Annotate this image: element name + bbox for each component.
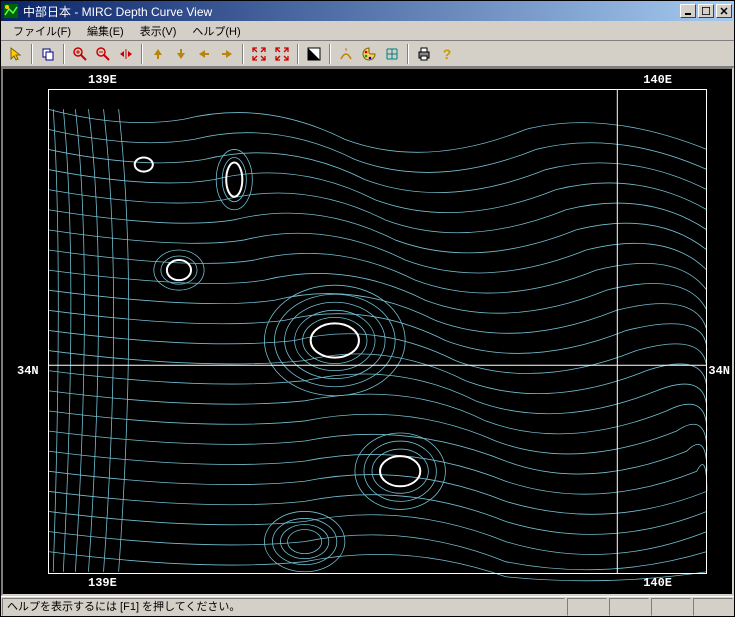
- menu-file[interactable]: ファイル(F): [5, 21, 79, 41]
- app-icon: [3, 3, 19, 19]
- print-button[interactable]: [413, 43, 435, 65]
- shrink-button[interactable]: [248, 43, 270, 65]
- status-cell-3: [651, 598, 691, 616]
- separator: [407, 44, 409, 64]
- separator: [31, 44, 33, 64]
- window-title: 中部日本 - MIRC Depth Curve View: [23, 3, 680, 20]
- help-button[interactable]: ?: [436, 43, 458, 65]
- separator: [297, 44, 299, 64]
- close-button[interactable]: [716, 4, 732, 18]
- status-cell-4: [693, 598, 733, 616]
- measure-button[interactable]: [335, 43, 357, 65]
- zoom-out-button[interactable]: [92, 43, 114, 65]
- menubar: ファイル(F) 編集(E) 表示(V) ヘルプ(H): [1, 21, 734, 41]
- separator: [242, 44, 244, 64]
- zoom-in-button[interactable]: [69, 43, 91, 65]
- status-text: ヘルプを表示するには [F1] を押してください。: [2, 598, 565, 616]
- fit-button[interactable]: [115, 43, 137, 65]
- map-gridlines: [49, 90, 706, 573]
- menu-help[interactable]: ヘルプ(H): [184, 21, 248, 41]
- axis-top-right-lon: 140E: [643, 73, 672, 87]
- palette-button[interactable]: [358, 43, 380, 65]
- map-frame: [48, 89, 707, 574]
- svg-text:?: ?: [443, 46, 452, 62]
- expand-button[interactable]: [271, 43, 293, 65]
- grid-button[interactable]: [381, 43, 403, 65]
- statusbar: ヘルプを表示するには [F1] を押してください。: [1, 596, 734, 616]
- titlebar: 中部日本 - MIRC Depth Curve View: [1, 1, 734, 21]
- separator: [329, 44, 331, 64]
- app-window: 中部日本 - MIRC Depth Curve View ファイル(F) 編集(…: [0, 0, 735, 617]
- pan-down-button[interactable]: [170, 43, 192, 65]
- status-cell-2: [609, 598, 649, 616]
- axis-bottom-left-lon: 139E: [88, 576, 117, 590]
- copy-button[interactable]: [37, 43, 59, 65]
- separator: [63, 44, 65, 64]
- status-cell-1: [567, 598, 607, 616]
- axis-right-lat: 34N: [708, 364, 730, 378]
- menu-edit[interactable]: 編集(E): [79, 21, 132, 41]
- axis-left-lat: 34N: [17, 364, 39, 378]
- maximize-button[interactable]: [698, 4, 714, 18]
- toolbar: ?: [1, 41, 734, 67]
- system-buttons: [680, 4, 732, 18]
- contrast-button[interactable]: [303, 43, 325, 65]
- minimize-button[interactable]: [680, 4, 696, 18]
- pan-right-button[interactable]: [216, 43, 238, 65]
- separator: [141, 44, 143, 64]
- menu-view[interactable]: 表示(V): [132, 21, 185, 41]
- pointer-button[interactable]: [5, 43, 27, 65]
- axis-bottom-right-lon: 140E: [643, 576, 672, 590]
- axis-top-left-lon: 139E: [88, 73, 117, 87]
- pan-left-button[interactable]: [193, 43, 215, 65]
- pan-up-button[interactable]: [147, 43, 169, 65]
- map-viewport[interactable]: 139E 140E 139E 140E 34N 34N: [1, 67, 734, 596]
